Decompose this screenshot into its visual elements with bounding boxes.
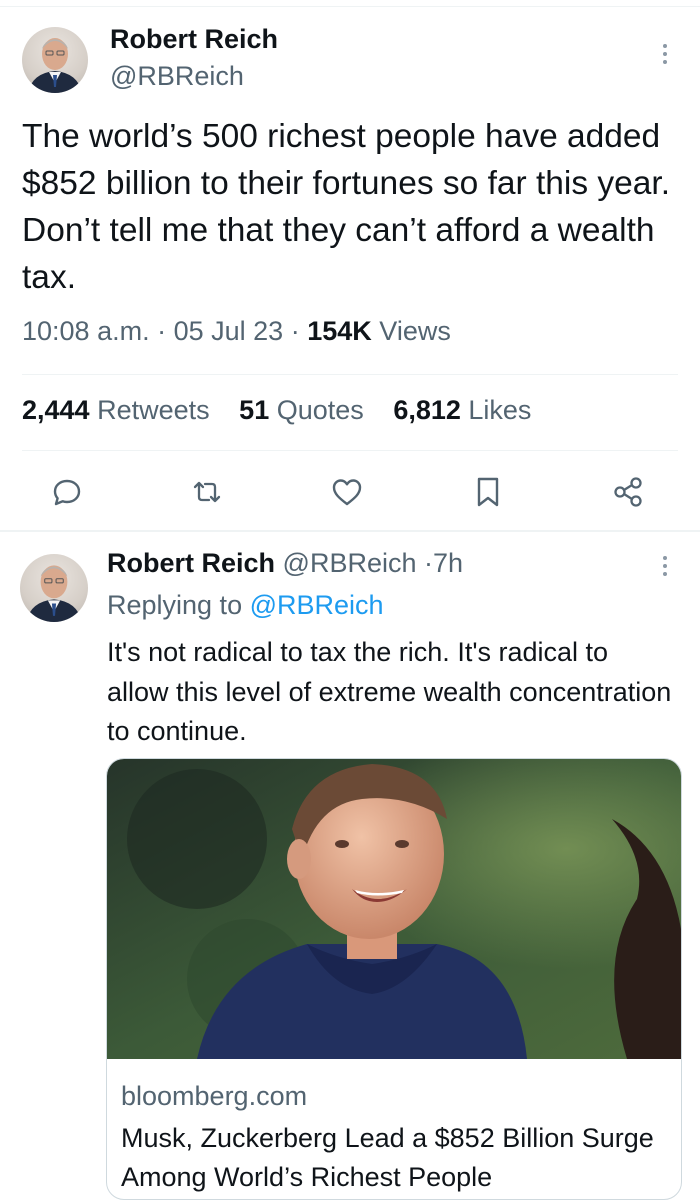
bookmark-button[interactable]: [468, 472, 508, 512]
quotes-stat[interactable]: 51 Quotes: [239, 395, 364, 425]
link-card[interactable]: bloomberg.com Musk, Zuckerberg Lead a $8…: [106, 758, 682, 1200]
retweet-button[interactable]: [187, 472, 227, 512]
tweet-text: The world’s 500 richest people have adde…: [22, 118, 671, 296]
card-domain: bloomberg.com: [121, 1081, 308, 1111]
retweets-label: Retweets: [97, 395, 210, 425]
engagement-stats: 2,444 Retweets 51 Quotes 6,812 Likes: [22, 395, 531, 426]
likes-label: Likes: [468, 395, 532, 425]
retweets-count: 2,444: [22, 395, 90, 425]
author-name[interactable]: Robert Reich: [110, 24, 278, 55]
retweets-stat[interactable]: 2,444 Retweets: [22, 395, 210, 425]
replying-to-handle[interactable]: @RBReich: [250, 590, 384, 620]
meta-separator: ·: [157, 316, 167, 346]
tweet-metadata: 10:08 a.m. · 05 Jul 23 · 154K Views: [22, 316, 451, 347]
tweet-date[interactable]: 05 Jul 23: [174, 316, 284, 346]
retweet-icon: [193, 481, 221, 503]
replying-label: Replying to: [107, 590, 243, 620]
meta-separator: ·: [290, 316, 300, 346]
author-handle[interactable]: @RBReich: [110, 61, 244, 92]
reply-button[interactable]: [47, 472, 87, 512]
reply-age[interactable]: 7h: [433, 548, 463, 578]
card-image: [107, 759, 681, 1059]
divider: [22, 374, 678, 375]
replying-to: Replying to @RBReich: [107, 590, 384, 621]
quotes-label: Quotes: [276, 395, 364, 425]
reply-more-options-icon[interactable]: [662, 556, 668, 580]
top-divider: [0, 6, 700, 7]
tweet-time[interactable]: 10:08 a.m.: [22, 316, 150, 346]
like-button[interactable]: [327, 472, 367, 512]
reply-author-name[interactable]: Robert Reich: [107, 548, 275, 578]
reply-header: Robert Reich @RBReich ·7h: [107, 548, 463, 579]
share-button[interactable]: [608, 472, 648, 512]
views-count: 154K: [307, 316, 372, 346]
reply-avatar[interactable]: [20, 554, 88, 622]
likes-count: 6,812: [393, 395, 461, 425]
reply-separator: ·: [424, 548, 434, 578]
bookmark-icon: [477, 477, 499, 507]
likes-stat[interactable]: 6,812 Likes: [393, 395, 531, 425]
reply-author-handle[interactable]: @RBReich: [283, 548, 417, 578]
more-options-icon[interactable]: [662, 44, 668, 68]
views-label: Views: [379, 316, 451, 346]
card-title: Musk, Zuckerberg Lead a $852 Billion Sur…: [121, 1123, 654, 1192]
divider: [22, 450, 678, 451]
like-icon: [332, 479, 362, 506]
share-icon: [614, 477, 642, 507]
quotes-count: 51: [239, 395, 270, 425]
section-divider: [0, 530, 700, 532]
reply-icon: [53, 479, 81, 506]
avatar[interactable]: [22, 27, 88, 93]
reply-text: It's not radical to tax the rich. It's r…: [107, 637, 672, 746]
